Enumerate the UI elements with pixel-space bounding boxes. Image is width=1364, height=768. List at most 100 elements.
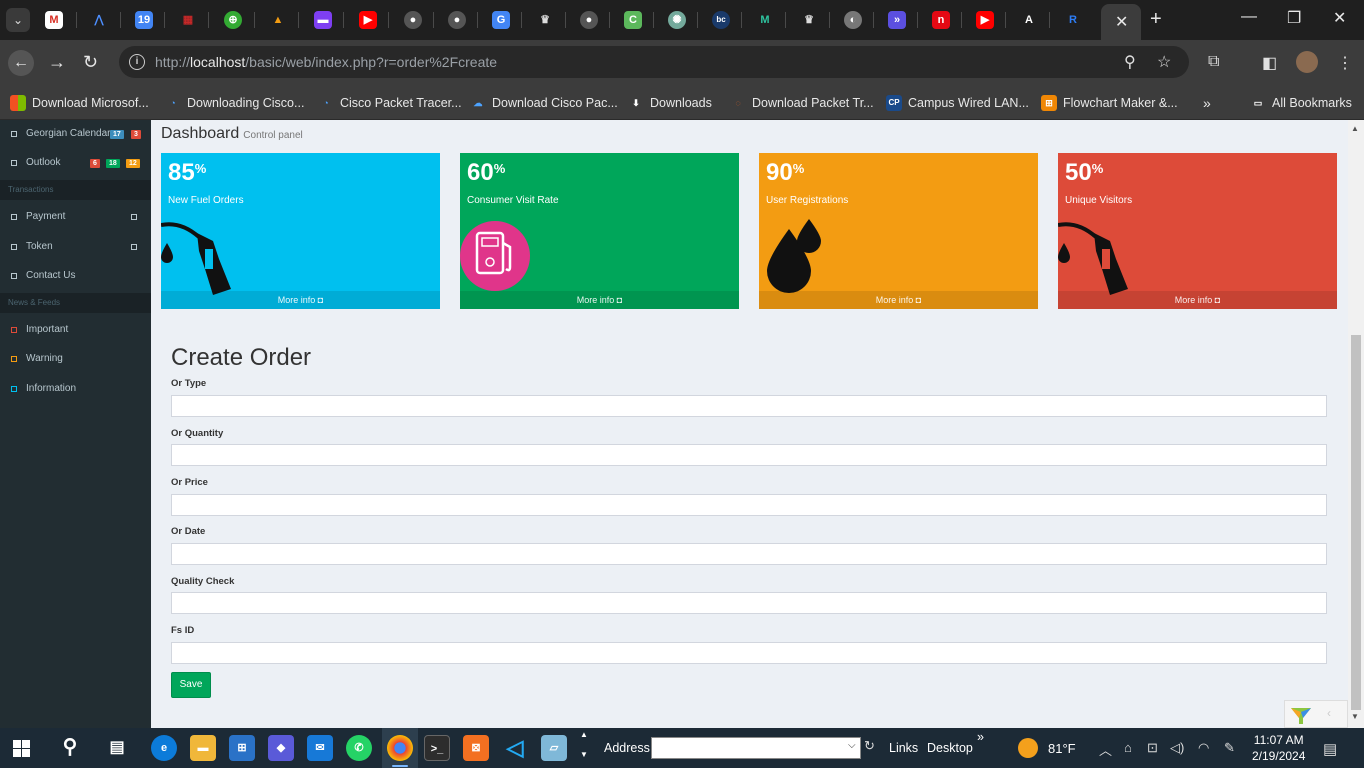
bookmark-item[interactable]: ◌ Download Packet Tr... (730, 93, 873, 113)
address-bar[interactable]: i http://localhost/basic/web/index.php?r… (119, 46, 1189, 78)
sidebar-item-outlook[interactable]: Outlook 6 18 12 (0, 149, 151, 177)
side-panel-icon[interactable]: ◧ (1262, 53, 1277, 73)
tray-chevron-up-icon[interactable]: ︿ (1099, 740, 1112, 759)
back-arrow-icon[interactable]: ← (8, 50, 34, 76)
tab-close-icon[interactable]: ✕ (1115, 12, 1128, 32)
desktop-toolbar[interactable]: Desktop (927, 741, 973, 755)
scroll-down-arrow-icon[interactable]: ▼ (1351, 712, 1359, 721)
chatgpt-tab-icon[interactable]: ✺ (668, 11, 686, 29)
sidebar-item-warning[interactable]: Warning (0, 345, 151, 373)
site-info-icon[interactable]: i (129, 54, 145, 70)
more-info-link[interactable]: More info ◘ (1058, 291, 1337, 309)
or-quantity-input[interactable] (171, 444, 1327, 466)
tab-favicon-18[interactable]: ♛ (800, 11, 818, 29)
mail-icon[interactable]: ✉ (307, 735, 333, 761)
tab-favicon-23[interactable]: A (1020, 11, 1038, 29)
volume-icon[interactable]: ◁) (1170, 740, 1184, 756)
url-text[interactable]: http://localhost/basic/web/index.php?r=o… (155, 54, 497, 70)
edge-icon[interactable]: e (151, 735, 177, 761)
meet-now-icon[interactable]: ⌂ (1124, 740, 1132, 755)
chrome-icon[interactable] (387, 735, 413, 761)
tab-favicon-5[interactable]: ⊕ (224, 11, 242, 29)
bookmarks-overflow-button[interactable]: » (1203, 93, 1211, 113)
tab-favicon-20[interactable]: » (888, 11, 906, 29)
sidebar-item-important[interactable]: Important (0, 316, 151, 344)
weather-temperature[interactable]: 81°F (1048, 741, 1076, 756)
vscode-icon[interactable]: ◁ (502, 735, 528, 761)
gmail-tab-icon[interactable]: M (45, 11, 63, 29)
more-info-link[interactable]: More info ◘ (460, 291, 739, 309)
tab-favicon-14[interactable]: C (624, 11, 642, 29)
github-tab-icon[interactable]: ● (448, 11, 466, 29)
weather-sun-icon[interactable] (1018, 738, 1038, 758)
system-clock[interactable]: 11:07 AM 2/19/2024 (1252, 732, 1305, 764)
minimize-icon[interactable]: — (1241, 8, 1257, 26)
tab-favicon-6[interactable]: ▲ (269, 11, 287, 29)
tab-favicon-16[interactable]: bc (712, 11, 730, 29)
all-bookmarks-button[interactable]: ▭ All Bookmarks (1250, 93, 1352, 113)
sidebar-item-token[interactable]: Token (0, 233, 151, 261)
chrome-menu-icon[interactable]: ⋮ (1337, 53, 1353, 73)
translate-tab-icon[interactable]: G (492, 11, 510, 29)
go-refresh-icon[interactable]: ↻ (864, 738, 878, 758)
tab-favicon-4[interactable]: ▦ (179, 11, 197, 29)
sidebar-item-georgian-calendar[interactable]: Georgian Calendar 17 3 (0, 120, 151, 148)
bookmark-item[interactable]: ◔ Downloading Cisco... (165, 93, 304, 113)
notifications-icon[interactable]: ▤ (1323, 740, 1337, 758)
chevron-down-icon[interactable]: ⌵ (848, 740, 856, 751)
tab-favicon-7[interactable]: ▬ (314, 11, 332, 29)
fs-id-input[interactable] (171, 642, 1327, 664)
tab-favicon-21[interactable]: n (932, 11, 950, 29)
toolbar-overflow-icon[interactable]: » (977, 730, 984, 744)
extensions-icon[interactable]: ⧉ (1208, 53, 1219, 71)
store-icon[interactable]: ⊞ (229, 735, 255, 761)
github-tab-icon[interactable]: ● (580, 11, 598, 29)
tab-favicon-12[interactable]: ♛ (536, 11, 554, 29)
scroll-thumb[interactable] (1351, 335, 1361, 710)
bookmark-item[interactable]: Download Microsof... (10, 93, 149, 113)
address-toolbar-input[interactable] (651, 737, 861, 759)
or-price-input[interactable] (171, 494, 1327, 516)
sidebar-item-contact-us[interactable]: Contact Us (0, 262, 151, 290)
bookmark-item[interactable]: CP Campus Wired LAN... (886, 93, 1029, 113)
restore-icon[interactable]: ❐ (1287, 8, 1301, 28)
bookmark-item[interactable]: ⬇ Downloads (628, 93, 712, 113)
whatsapp-icon[interactable]: ✆ (346, 735, 372, 761)
forward-arrow-icon[interactable]: → (48, 52, 66, 73)
new-tab-button[interactable]: + (1150, 8, 1162, 31)
yii-debug-toolbar-toggle[interactable]: ‹ (1284, 700, 1348, 728)
tab-favicon-24[interactable]: R (1064, 11, 1082, 29)
github-tab-icon[interactable]: ● (404, 11, 422, 29)
network-icon[interactable]: ⊡ (1147, 740, 1158, 756)
terminal-icon[interactable]: >_ (424, 735, 450, 761)
more-info-link[interactable]: More info ◘ (759, 291, 1038, 309)
window-close-icon[interactable]: ✕ (1333, 8, 1346, 28)
copilot-icon[interactable]: ◆ (268, 735, 294, 761)
active-tab[interactable]: ✕ (1101, 4, 1141, 40)
pen-icon[interactable]: ✎ (1224, 740, 1235, 756)
tab-search-button[interactable]: ⌄ (6, 8, 30, 32)
bookmark-item[interactable]: ☁ Download Cisco Pac... (470, 93, 618, 113)
youtube-tab-icon[interactable]: ▶ (976, 11, 994, 29)
zoom-icon[interactable]: ⚲ (1124, 52, 1136, 72)
tab-favicon-17[interactable]: M (756, 11, 774, 29)
bookmark-star-icon[interactable]: ☆ (1157, 52, 1171, 72)
bookmark-item[interactable]: ◔ Cisco Packet Tracer... (318, 93, 461, 113)
links-toolbar[interactable]: Links (889, 741, 918, 755)
sidebar-item-payment[interactable]: Payment (0, 203, 151, 231)
globe-tab-icon[interactable]: ◐ (844, 11, 862, 29)
more-info-link[interactable]: More info ◘ (161, 291, 440, 309)
calendar-tab-icon[interactable]: 19 (135, 11, 153, 29)
task-view-icon[interactable]: ▤ (104, 735, 130, 761)
search-icon[interactable]: ⚲ (57, 735, 83, 761)
notepad-icon[interactable]: ▱ (541, 735, 567, 761)
reload-icon[interactable]: ↻ (83, 52, 98, 73)
sidebar-item-information[interactable]: Information (0, 375, 151, 403)
taskbar-scroll-arrows[interactable]: ▲ ▼ (580, 730, 588, 760)
wifi-icon[interactable]: ◠ (1198, 740, 1209, 756)
page-scrollbar[interactable]: ▲ ▼ (1348, 120, 1364, 728)
file-explorer-icon[interactable]: ▬ (190, 735, 216, 761)
xampp-icon[interactable]: ⊠ (463, 735, 489, 761)
windows-start-icon[interactable] (13, 740, 30, 757)
youtube-tab-icon[interactable]: ▶ (359, 11, 377, 29)
